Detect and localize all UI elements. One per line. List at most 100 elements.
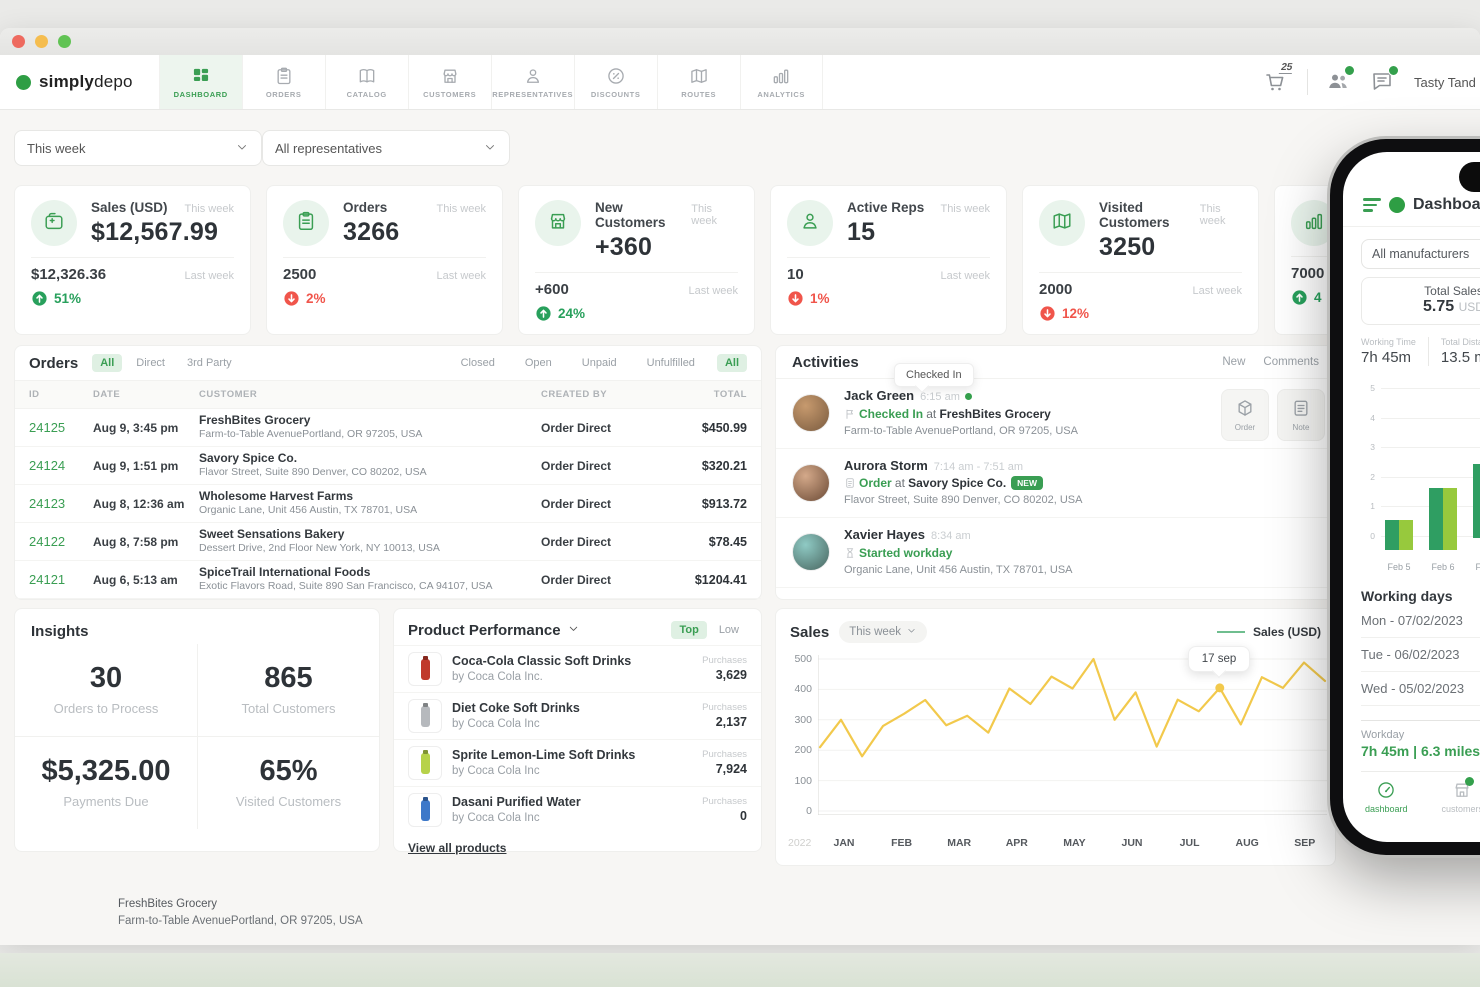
kpi-card-active-reps[interactable]: Active Reps This week 15 10 Last week 1%	[770, 185, 1007, 335]
activities-link-comments[interactable]: Comments	[1263, 356, 1319, 368]
working-time-cell: Working Time 7h 45m	[1361, 337, 1428, 366]
kpi-title: Sales (USD)	[91, 200, 168, 215]
representatives-icon	[787, 200, 833, 246]
sales-title: Sales	[790, 624, 829, 641]
phone-nav-dashboard[interactable]: dashboard	[1365, 780, 1408, 814]
kpi-value: +360	[595, 233, 738, 262]
phone-nav-customers[interactable]: customers	[1442, 780, 1480, 814]
order-id-link[interactable]: 24123	[29, 496, 93, 511]
y-axis-tick: 500	[780, 653, 812, 665]
account-name[interactable]: Tasty Tand	[1414, 75, 1480, 90]
order-status-open[interactable]: Open	[517, 354, 560, 372]
order-filter-all[interactable]: All	[92, 354, 122, 372]
product-row[interactable]: Dasani Purified Water by Coca Cola Inc P…	[394, 786, 761, 833]
table-row[interactable]: 24122 Aug 8, 7:58 pm Sweet Sensations Ba…	[15, 523, 761, 561]
product-filter-top[interactable]: Top	[671, 621, 706, 639]
kpi-last-label: Last week	[1192, 285, 1242, 297]
arrow-up-circle-icon	[1291, 289, 1308, 306]
order-filter-3rd-party[interactable]: 3rd Party	[179, 354, 240, 372]
order-id-link[interactable]: 24122	[29, 534, 93, 549]
y-axis-tick: 0	[780, 805, 812, 817]
table-row[interactable]: 24123 Aug 8, 12:36 am Wholesome Harvest …	[15, 485, 761, 523]
table-row[interactable]: 24124 Aug 9, 1:51 pm Savory Spice Co. Fl…	[15, 447, 761, 485]
order-id-link[interactable]: 24125	[29, 420, 93, 435]
product-row[interactable]: Coca-Cola Classic Soft Drinks by Coca Co…	[394, 645, 761, 692]
manufacturers-select[interactable]: All manufacturers	[1361, 239, 1480, 269]
product-performance-title[interactable]: Product Performance	[408, 622, 580, 639]
representatives-icon	[523, 66, 543, 86]
nav-tab-routes[interactable]: ROUTES	[657, 55, 740, 109]
cart-count-badge: 25	[1279, 62, 1295, 74]
nav-tab-catalog[interactable]: CATALOG	[325, 55, 408, 109]
working-day-row[interactable]: Tue - 06/02/2023	[1361, 638, 1480, 672]
notification-dot	[1344, 65, 1355, 76]
customers-icon	[440, 66, 460, 86]
working-day-row[interactable]: Wed - 05/02/2023	[1361, 672, 1480, 706]
nav-tab-discounts[interactable]: DISCOUNTS	[574, 55, 657, 109]
kpi-card-visited-customers[interactable]: Visited Customers This week 3250 2000 La…	[1022, 185, 1259, 335]
nav-tab-analytics[interactable]: ANALYTICS	[740, 55, 823, 109]
column-header: ID	[29, 389, 93, 400]
activities-title: Activities	[792, 354, 859, 371]
period-select[interactable]: This week	[14, 130, 262, 166]
order-filter-direct[interactable]: Direct	[128, 354, 173, 372]
orders-table-header: IDDATECUSTOMERCREATED BYTOTAL	[15, 380, 761, 409]
kpi-last-value: 2000	[1039, 281, 1072, 298]
chat-icon[interactable]	[1370, 69, 1396, 95]
orders-panel: Orders All Direct 3rd Party Closed Open Unpa…	[14, 345, 762, 600]
product-row[interactable]: Sprite Lemon-Lime Soft Drinks by Coca Co…	[394, 739, 761, 786]
y-axis-tick: 100	[780, 775, 812, 787]
total-sales-value: 5.75 USD	[1362, 298, 1480, 316]
kpi-period-label: This week	[1200, 203, 1242, 227]
kpi-card-orders[interactable]: Orders This week 3266 2500 Last week 2%	[266, 185, 503, 335]
menu-icon[interactable]	[1363, 198, 1381, 212]
order-status-unpaid[interactable]: Unpaid	[574, 354, 625, 372]
activities-panel: Activities New Comments Checked In Jack …	[775, 345, 1336, 600]
sales-period-select[interactable]: This week	[839, 621, 927, 643]
close-window-button[interactable]	[12, 35, 25, 48]
table-row[interactable]: 24125 Aug 9, 3:45 pm FreshBites Grocery …	[15, 409, 761, 447]
representatives-select[interactable]: All representatives	[262, 130, 510, 166]
nav-tab-orders[interactable]: ORDERS	[242, 55, 325, 109]
chat-icon	[1370, 80, 1394, 97]
order-status-unfulfilled[interactable]: Unfulfilled	[639, 354, 703, 372]
brand-logo[interactable]: simplydepo	[0, 55, 159, 109]
table-row[interactable]: 24121 Aug 6, 5:13 am SpiceTrail Internat…	[15, 561, 761, 599]
minimize-window-button[interactable]	[35, 35, 48, 48]
x-axis-label: AUG	[1236, 837, 1259, 849]
product-filter-low[interactable]: Low	[711, 621, 747, 639]
nav-tab-customers[interactable]: CUSTOMERS	[408, 55, 491, 109]
avatar	[792, 533, 830, 571]
nav-tab-dashboard[interactable]: DASHBOARD	[159, 55, 242, 109]
sales-chart-panel: Sales This week Sales (USD) 010020030040…	[775, 608, 1336, 866]
desktop-background: simplydepo DASHBOARD ORDERS CATALOG CUST…	[0, 0, 1480, 987]
product-row[interactable]: Diet Coke Soft Drinks by Coca Cola Inc P…	[394, 692, 761, 739]
activity-item[interactable]: Luna Vega9:22 pm Photo Comment at Sweet …	[776, 588, 1335, 600]
view-all-products-link[interactable]: View all products	[394, 833, 520, 863]
cart-icon[interactable]: 25	[1263, 69, 1289, 95]
kpi-card-sales-usd-[interactable]: Sales (USD) This week $12,567.99 $12,326…	[14, 185, 251, 335]
orders-title: Orders	[29, 355, 78, 372]
order-status-all[interactable]: All	[717, 354, 747, 372]
note-button[interactable]: Note	[1277, 389, 1325, 441]
activity-item[interactable]: Aurora Storm7:14 am - 7:51 am Order at S…	[776, 449, 1335, 519]
order-id-link[interactable]: 24124	[29, 458, 93, 473]
activity-item[interactable]: Xavier Hayes8:34 am Started workday Orga…	[776, 518, 1335, 588]
customers-notifications-icon[interactable]	[1326, 69, 1352, 95]
activity-item[interactable]: Jack Green6:15 am Checked In at FreshBit…	[776, 379, 1335, 449]
orders-panel-header: Orders All Direct 3rd Party Closed Open Unpa…	[15, 346, 761, 380]
nav-tab-representatives[interactable]: REPRESENTATIVES	[491, 55, 574, 109]
x-axis-label: FEB	[891, 837, 912, 849]
order-button[interactable]: Order	[1221, 389, 1269, 441]
kpi-period-label: This week	[691, 203, 738, 227]
order-id-link[interactable]: 24121	[29, 572, 93, 587]
kpi-card-new-customers[interactable]: New Customers This week +360 +600 Last w…	[518, 185, 755, 335]
sales-chart-header: Sales This week Sales (USD)	[776, 609, 1335, 645]
working-day-row[interactable]: Mon - 07/02/2023	[1361, 604, 1480, 638]
zoom-window-button[interactable]	[58, 35, 71, 48]
activities-link-new[interactable]: New	[1222, 356, 1245, 368]
avatar	[792, 394, 830, 432]
order-status-closed[interactable]: Closed	[453, 354, 503, 372]
cart-icon	[1263, 80, 1287, 97]
insight-cell: $5,325.00 Payments Due	[15, 736, 197, 829]
